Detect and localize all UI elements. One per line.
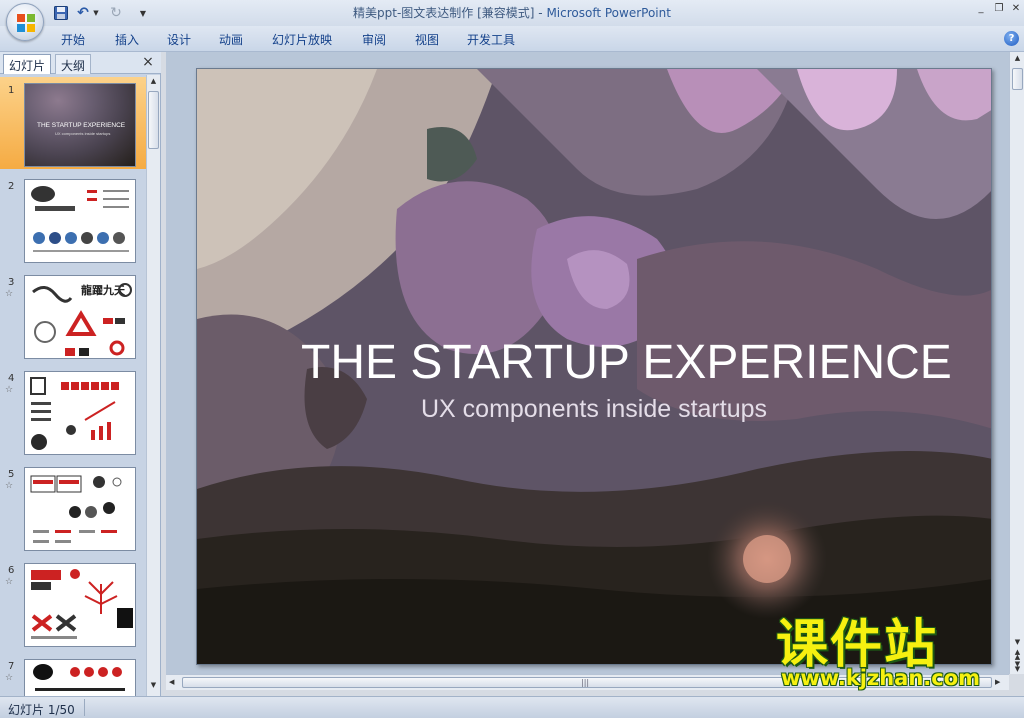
thumbnail-slide-3[interactable]: 3 ☆ 龍躍九天: [0, 269, 146, 361]
pane-tabs: 幻灯片 大纲 ×: [0, 52, 161, 74]
tab-developer[interactable]: 开发工具: [467, 31, 515, 48]
slide-count: 幻灯片 1/50: [8, 703, 75, 717]
animation-star-icon: ☆: [5, 673, 14, 683]
slide-vertical-scrollbar[interactable]: ▲ ▼ ▲ ▲ ▼ ▼: [1009, 52, 1024, 674]
thumbnail-image[interactable]: [24, 179, 136, 263]
ribbon-tabs: 开始 插入 设计 动画 幻灯片放映 审阅 视图 开发工具 ?: [0, 26, 1024, 52]
thumbnail-number: 6: [8, 565, 15, 576]
next-slide-icon[interactable]: ▼ ▼: [1012, 661, 1023, 673]
window-title-document: 精美ppt-图文表达制作 [兼容模式] -: [353, 6, 547, 20]
scrollbar-thumb[interactable]: [1012, 68, 1023, 90]
slides-pane: 幻灯片 大纲 × 1 THE STARTUP EXPERIENCE UX com…: [0, 52, 161, 696]
thumbnail-slide-6[interactable]: 6 ☆: [0, 557, 146, 649]
scroll-up-icon[interactable]: ▲: [148, 77, 159, 87]
status-bar: 幻灯片 1/50: [0, 696, 1024, 718]
thumbnail-list: 1 THE STARTUP EXPERIENCE UX components i…: [0, 75, 146, 696]
scroll-up-icon[interactable]: ▲: [1012, 54, 1023, 64]
restore-button[interactable]: ❐: [991, 2, 1007, 16]
tab-animation[interactable]: 动画: [219, 31, 243, 48]
tab-outline[interactable]: 大纲: [55, 54, 92, 74]
slide-title[interactable]: THE STARTUP EXPERIENCE: [301, 335, 981, 390]
thumbnail-image[interactable]: [24, 563, 136, 647]
watermark-url: www.kjzhan.com: [781, 666, 981, 690]
tab-home[interactable]: 开始: [61, 31, 85, 48]
office-button[interactable]: [6, 3, 44, 41]
undo-icon[interactable]: ↶: [75, 5, 91, 21]
title-bar: 精美ppt-图文表达制作 [兼容模式] - Microsoft PowerPoi…: [0, 0, 1024, 26]
thumbnail-slide-5[interactable]: 5 ☆: [0, 461, 146, 553]
thumbnail-number: 4: [8, 373, 15, 384]
tab-design[interactable]: 设计: [167, 31, 191, 48]
thumbnail-image[interactable]: [24, 659, 136, 696]
window-title: 精美ppt-图文表达制作 [兼容模式] - Microsoft PowerPoi…: [0, 4, 1024, 21]
scrollbar-thumb[interactable]: [148, 91, 159, 149]
scroll-down-icon[interactable]: ▼: [148, 681, 159, 691]
office-logo-icon: [17, 14, 35, 32]
previous-slide-icon[interactable]: ▲ ▲: [1012, 649, 1023, 661]
thumbnail-image[interactable]: 龍躍九天: [24, 275, 136, 359]
thumbnail-number: 3: [8, 277, 15, 288]
animation-star-icon: ☆: [5, 385, 14, 395]
tab-view[interactable]: 视图: [415, 31, 439, 48]
thumbnail-number: 7: [8, 661, 15, 672]
thumbnail-image[interactable]: [24, 371, 136, 455]
close-window-button[interactable]: ✕: [1008, 2, 1024, 16]
save-icon[interactable]: [53, 5, 69, 21]
close-pane-icon[interactable]: ×: [141, 55, 155, 69]
slide-canvas[interactable]: THE STARTUP EXPERIENCE UX components ins…: [196, 68, 992, 665]
thumbnail-slide-2[interactable]: 2: [0, 173, 146, 265]
tab-slideshow[interactable]: 幻灯片放映: [272, 31, 332, 48]
thumbnail-number: 1: [8, 85, 15, 96]
thumbnail-image[interactable]: [24, 467, 136, 551]
thumbnail-slide-4[interactable]: 4 ☆: [0, 365, 146, 457]
slide-subtitle[interactable]: UX components inside startups: [421, 395, 871, 424]
scroll-down-icon[interactable]: ▼: [1012, 638, 1023, 648]
thumbnail-number: 5: [8, 469, 15, 480]
animation-star-icon: ☆: [5, 481, 14, 491]
thumbnail-image[interactable]: THE STARTUP EXPERIENCE UX components ins…: [24, 83, 136, 167]
thumbnail-number: 2: [8, 181, 15, 192]
grip-icon: |||: [581, 678, 590, 687]
thumbnail-slide-7[interactable]: 7 ☆: [0, 653, 146, 696]
thumbnail-scrollbar[interactable]: ▲ ▼: [146, 75, 160, 696]
customize-toolbar-icon[interactable]: ▼: [138, 5, 148, 21]
animation-star-icon: ☆: [5, 289, 14, 299]
thumbnail-subtitle: UX components inside startups: [55, 131, 111, 136]
help-icon[interactable]: ?: [1004, 31, 1019, 46]
status-divider: [84, 699, 85, 716]
minimize-button[interactable]: _: [973, 2, 989, 16]
redo-icon[interactable]: ↻: [108, 5, 124, 21]
undo-dropdown-icon[interactable]: ▼: [92, 5, 100, 21]
thumbnail-title: THE STARTUP EXPERIENCE: [37, 122, 126, 129]
window-title-app: Microsoft PowerPoint: [546, 6, 671, 20]
tab-review[interactable]: 审阅: [362, 31, 386, 48]
tab-insert[interactable]: 插入: [115, 31, 139, 48]
tab-slides[interactable]: 幻灯片: [3, 54, 52, 74]
animation-star-icon: ☆: [5, 577, 14, 587]
thumbnail-slide-1[interactable]: 1 THE STARTUP EXPERIENCE UX components i…: [0, 77, 146, 169]
scroll-left-icon[interactable]: ◀: [169, 678, 179, 688]
